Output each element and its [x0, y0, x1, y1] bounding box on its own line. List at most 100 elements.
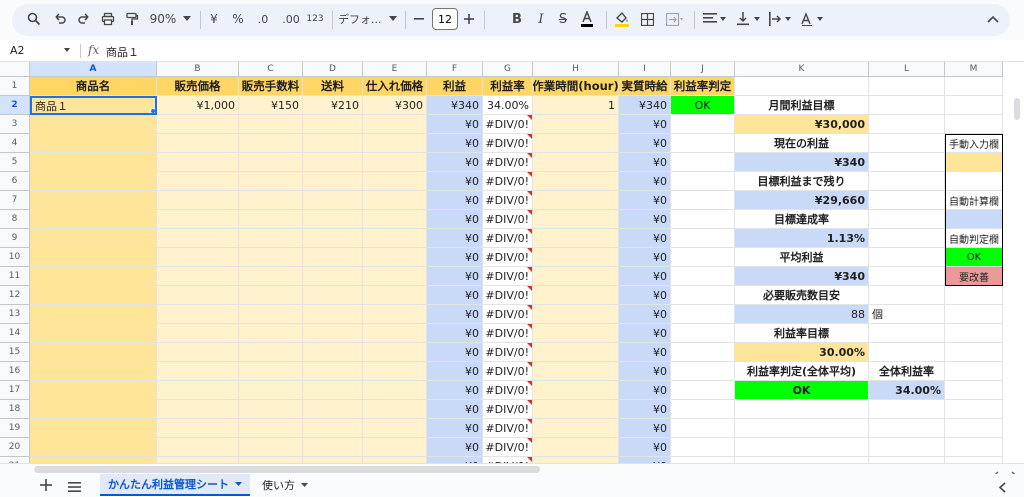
profit-judge-cell[interactable]: [671, 400, 735, 419]
input-cell[interactable]: [239, 191, 303, 210]
hourly-wage-cell[interactable]: ¥0: [619, 115, 671, 134]
input-cell[interactable]: [533, 229, 619, 248]
input-cell[interactable]: [30, 115, 157, 134]
profit-rate-cell[interactable]: #DIV/0!: [483, 305, 533, 324]
input-cell[interactable]: ¥210: [303, 96, 363, 115]
input-cell[interactable]: [239, 419, 303, 438]
input-cell[interactable]: [30, 400, 157, 419]
column-title-cell[interactable]: 販売手数料: [239, 77, 303, 96]
input-cell[interactable]: ¥1,000: [157, 96, 239, 115]
row-header-3[interactable]: 3: [0, 115, 30, 134]
profit-rate-cell[interactable]: #DIV/0!: [483, 267, 533, 286]
collapse-toolbar-icon[interactable]: [984, 8, 1002, 30]
cell[interactable]: [945, 400, 1003, 419]
column-header-b[interactable]: B: [157, 62, 239, 77]
profit-cell[interactable]: ¥0: [427, 324, 483, 343]
input-cell[interactable]: [30, 343, 157, 362]
profit-judge-cell[interactable]: [671, 210, 735, 229]
input-cell[interactable]: [157, 324, 239, 343]
row-header-17[interactable]: 17: [0, 381, 30, 400]
input-cell[interactable]: [303, 324, 363, 343]
input-cell[interactable]: [157, 362, 239, 381]
italic-button[interactable]: I: [532, 8, 550, 30]
input-cell[interactable]: [239, 400, 303, 419]
profit-cell[interactable]: ¥0: [427, 419, 483, 438]
column-header-d[interactable]: D: [303, 62, 363, 77]
legend-cell[interactable]: 要改善: [945, 267, 1003, 286]
cell[interactable]: [945, 115, 1003, 134]
profit-judge-cell[interactable]: [671, 267, 735, 286]
row-header-9[interactable]: 9: [0, 229, 30, 248]
row-header-20[interactable]: 20: [0, 438, 30, 457]
cell[interactable]: [869, 210, 945, 229]
input-cell[interactable]: [533, 134, 619, 153]
overall-judge-cell[interactable]: OK: [735, 381, 869, 400]
input-cell[interactable]: [239, 343, 303, 362]
input-cell[interactable]: [239, 153, 303, 172]
profit-cell[interactable]: ¥0: [427, 248, 483, 267]
input-cell[interactable]: [157, 305, 239, 324]
zoom-caret-icon[interactable]: [182, 8, 192, 30]
profit-judge-cell[interactable]: [671, 286, 735, 305]
input-cell[interactable]: [303, 172, 363, 191]
input-cell[interactable]: [303, 191, 363, 210]
input-cell[interactable]: [533, 210, 619, 229]
cell[interactable]: [945, 419, 1003, 438]
profit-cell[interactable]: ¥0: [427, 286, 483, 305]
explore-sidebar-toggle-icon[interactable]: [998, 478, 1007, 497]
column-header-j[interactable]: J: [671, 62, 735, 77]
input-cell[interactable]: [239, 305, 303, 324]
input-cell[interactable]: [157, 267, 239, 286]
legend-cell[interactable]: 自動計算欄: [945, 191, 1003, 210]
font-size-input[interactable]: 12: [432, 8, 458, 30]
row-header-12[interactable]: 12: [0, 286, 30, 305]
legend-cell[interactable]: 自動判定欄: [945, 229, 1003, 248]
strikethrough-button[interactable]: S: [554, 8, 572, 30]
summary-cell[interactable]: 利益率目標: [735, 324, 869, 343]
profit-cell[interactable]: ¥340: [427, 96, 483, 115]
profit-cell[interactable]: ¥0: [427, 191, 483, 210]
cell[interactable]: [869, 191, 945, 210]
input-cell[interactable]: [533, 324, 619, 343]
row-header-11[interactable]: 11: [0, 267, 30, 286]
column-header-g[interactable]: G: [483, 62, 533, 77]
hourly-wage-cell[interactable]: ¥0: [619, 381, 671, 400]
column-title-cell[interactable]: 実質時給: [619, 77, 671, 96]
input-cell[interactable]: [30, 134, 157, 153]
hourly-wage-cell[interactable]: ¥0: [619, 248, 671, 267]
cell[interactable]: [735, 419, 869, 438]
increase-decimal-button[interactable]: .00: [278, 8, 304, 30]
summary-cell[interactable]: 現在の利益: [735, 134, 869, 153]
column-title-cell[interactable]: 仕入れ価格: [363, 77, 427, 96]
select-all-corner[interactable]: [0, 62, 30, 77]
zoom-select[interactable]: 90%: [146, 8, 180, 30]
cell[interactable]: [869, 229, 945, 248]
profit-cell[interactable]: ¥0: [427, 438, 483, 457]
summary-cell[interactable]: ¥29,660: [735, 191, 869, 210]
input-cell[interactable]: [157, 400, 239, 419]
profit-rate-cell[interactable]: #DIV/0!: [483, 134, 533, 153]
row-header-1[interactable]: 1: [0, 77, 30, 96]
cell[interactable]: [945, 286, 1003, 305]
profit-cell[interactable]: ¥0: [427, 400, 483, 419]
profit-rate-cell[interactable]: #DIV/0!: [483, 438, 533, 457]
input-cell[interactable]: [533, 115, 619, 134]
column-header-h[interactable]: H: [533, 62, 619, 77]
paint-format-icon[interactable]: [122, 8, 142, 30]
font-size-increase-button[interactable]: [460, 8, 478, 30]
profit-judge-cell[interactable]: [671, 115, 735, 134]
hourly-wage-cell[interactable]: ¥0: [619, 324, 671, 343]
summary-cell[interactable]: 必要販売数目安: [735, 286, 869, 305]
hourly-wage-cell[interactable]: ¥0: [619, 153, 671, 172]
column-header-l[interactable]: L: [869, 62, 945, 77]
sheet-tab-active-caret-icon[interactable]: [235, 481, 242, 487]
profit-cell[interactable]: ¥0: [427, 362, 483, 381]
horizontal-scroll-thumb[interactable]: [34, 466, 540, 473]
input-cell[interactable]: [239, 324, 303, 343]
summary-cell[interactable]: 88: [735, 305, 869, 324]
cell[interactable]: [945, 305, 1003, 324]
column-title-cell[interactable]: 販売価格: [157, 77, 239, 96]
input-cell[interactable]: [303, 362, 363, 381]
input-cell[interactable]: [533, 343, 619, 362]
legend-cell[interactable]: 手動入力欄: [945, 134, 1003, 153]
